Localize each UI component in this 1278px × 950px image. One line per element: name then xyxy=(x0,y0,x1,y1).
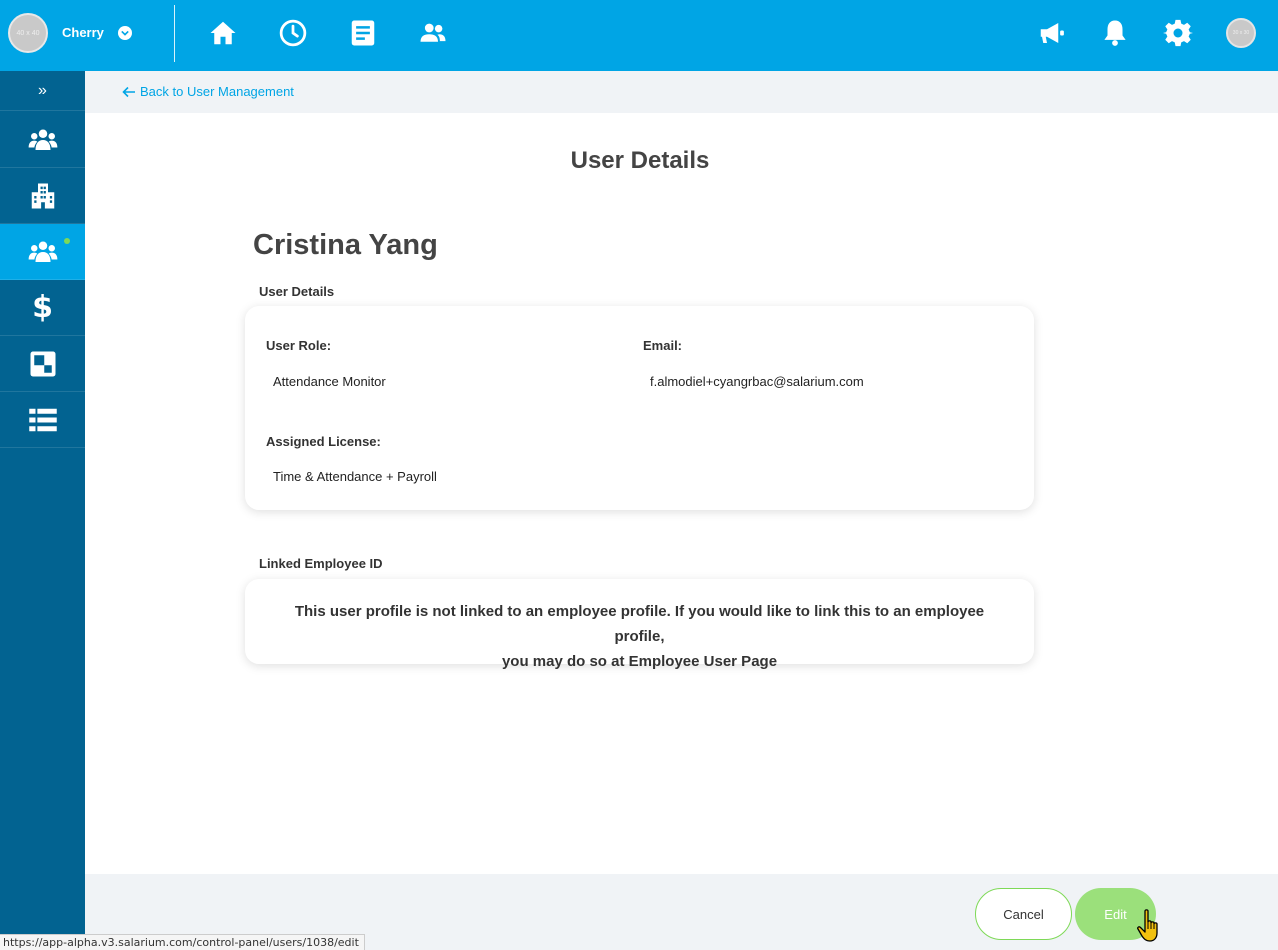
sidebar: » $ xyxy=(0,71,85,950)
main-content: User Details Cristina Yang User Details … xyxy=(85,113,1278,874)
sidebar-item-payroll[interactable]: $ xyxy=(0,280,85,336)
megaphone-icon[interactable] xyxy=(1036,17,1068,49)
clock-icon[interactable] xyxy=(277,17,309,49)
back-link-label: Back to User Management xyxy=(140,84,294,99)
assigned-license-label: Assigned License: xyxy=(266,434,381,449)
divider xyxy=(174,5,175,62)
status-bar-url: https://app-alpha.v3.salarium.com/contro… xyxy=(0,934,365,950)
user-avatar[interactable]: 30 x 30 xyxy=(1226,18,1256,48)
cancel-button[interactable]: Cancel xyxy=(975,888,1072,940)
email-value: f.almodiel+cyangrbac@salarium.com xyxy=(650,374,864,389)
linked-employee-card: This user profile is not linked to an em… xyxy=(245,579,1034,670)
not-linked-notice: This user profile is not linked to an em… xyxy=(275,599,1004,674)
sidebar-expand-button[interactable]: » xyxy=(0,71,85,111)
sidebar-item-list[interactable] xyxy=(0,392,85,448)
breadcrumb-bar: Back to User Management xyxy=(85,71,1278,113)
user-details-card: User Role: Attendance Monitor Email: f.a… xyxy=(245,306,1034,510)
notice-line-2: you may do so at Employee User Page xyxy=(501,653,778,670)
people-icon[interactable] xyxy=(417,17,449,49)
active-indicator-dot xyxy=(64,238,70,244)
page-title: User Details xyxy=(570,147,710,174)
document-icon[interactable] xyxy=(347,17,379,49)
notice-line-1: This user profile is not linked to an em… xyxy=(294,603,985,645)
user-role-label: User Role: xyxy=(266,338,332,353)
assigned-license-value: Time & Attendance + Payroll xyxy=(273,469,437,484)
gear-icon[interactable] xyxy=(1162,17,1194,49)
company-name[interactable]: Cherry xyxy=(62,25,104,40)
sidebar-item-modules[interactable] xyxy=(0,336,85,392)
list-icon xyxy=(28,408,57,431)
user-name-heading: Cristina Yang xyxy=(253,229,438,261)
user-avatar-placeholder: 30 x 30 xyxy=(1232,30,1250,36)
squares-icon xyxy=(30,351,55,376)
hand-cursor-icon xyxy=(1137,909,1158,942)
building-icon xyxy=(31,183,54,208)
sidebar-item-companies[interactable] xyxy=(0,168,85,224)
user-role-value: Attendance Monitor xyxy=(273,374,386,389)
dollar-icon: $ xyxy=(32,290,53,325)
sidebar-item-user-management[interactable] xyxy=(0,224,85,280)
chevron-down-icon[interactable] xyxy=(118,26,132,40)
company-avatar[interactable]: 40 x 40 xyxy=(8,13,48,53)
sidebar-item-users[interactable] xyxy=(0,112,85,168)
bell-icon[interactable] xyxy=(1099,17,1131,49)
users-group-icon xyxy=(28,129,57,150)
home-icon[interactable] xyxy=(207,17,239,49)
double-chevron-icon: » xyxy=(38,81,47,99)
back-to-user-management-link[interactable]: Back to User Management xyxy=(122,84,294,99)
arrow-left-icon xyxy=(122,86,135,97)
users-group-icon xyxy=(28,241,57,262)
user-details-section-label: User Details xyxy=(259,284,335,299)
linked-employee-section-label: Linked Employee ID xyxy=(259,556,383,571)
company-avatar-placeholder: 40 x 40 xyxy=(16,29,40,37)
email-label: Email: xyxy=(643,338,683,353)
top-bar: 40 x 40 Cherry 30 x 30 xyxy=(0,0,1278,71)
